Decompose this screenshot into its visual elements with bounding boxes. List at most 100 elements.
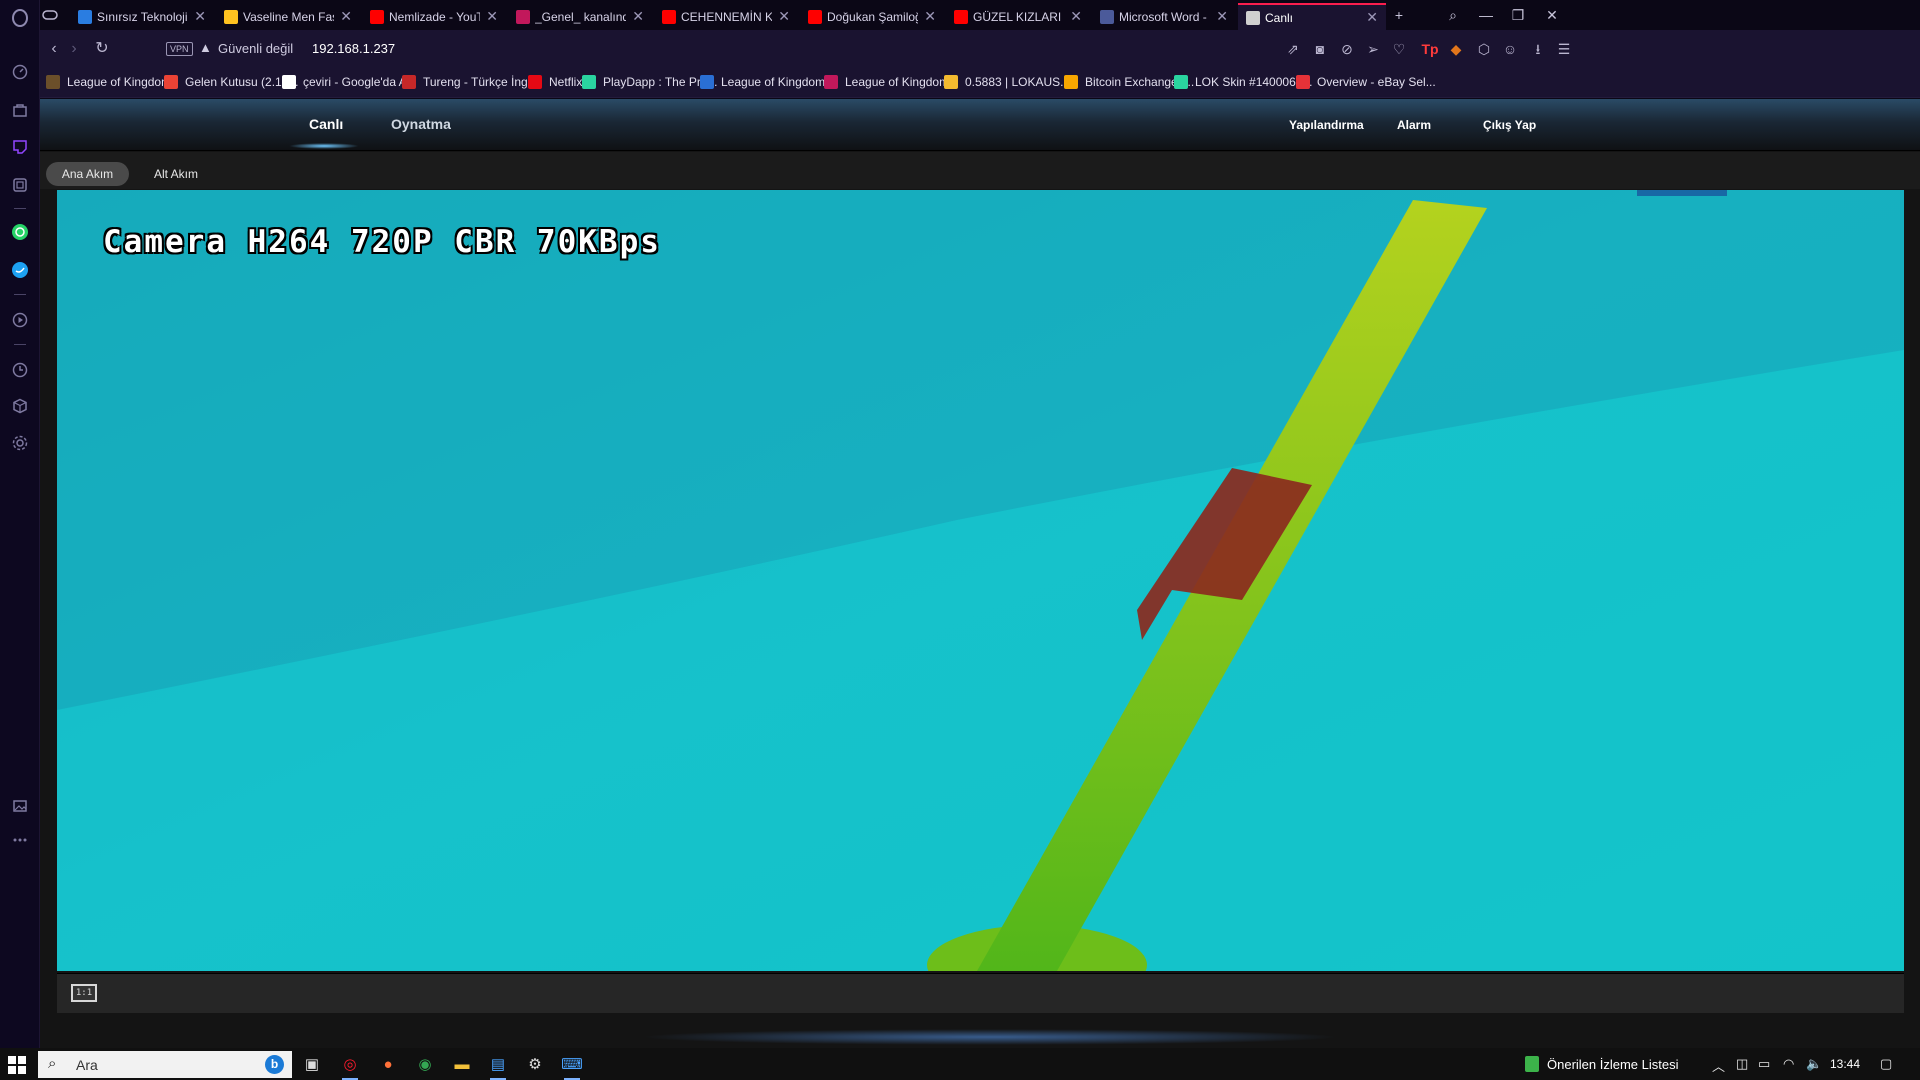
tab-close-icon[interactable]: ✕ (632, 8, 644, 25)
browser-tab[interactable]: Sınırsız Teknolojiler, Gü ✕ (70, 3, 214, 30)
whatsapp-icon[interactable] (10, 222, 30, 242)
meet-now-icon[interactable]: ◫ (1736, 1056, 1748, 1072)
browser-tab[interactable]: Nemlizade - YouTube ✕ (362, 3, 506, 30)
windows-start-icon[interactable] (8, 1056, 26, 1074)
browser-tab[interactable]: Doğukan Şamiloğlu - Yo ✕ (800, 3, 944, 30)
bookmark-item[interactable]: Overview - eBay Sel... (1296, 75, 1436, 89)
bookmark-item[interactable]: PlayDapp : The Pre... (582, 75, 718, 89)
firefox-taskbar-icon[interactable]: ● (376, 1052, 400, 1076)
browser-tab[interactable]: CEHENNEMİN KAPI ✕ (654, 3, 798, 30)
battery-icon[interactable]: ▭ (1758, 1056, 1770, 1072)
clock[interactable]: 13:44 (1830, 1057, 1860, 1071)
tab-favicon-icon (1100, 9, 1114, 24)
tab-search-icon[interactable]: ⌕ (1441, 5, 1465, 25)
browser-tab[interactable]: _Genel_ kanalındaki top ✕ (508, 3, 652, 30)
bookmark-item[interactable]: LOK Skin #1400066... (1174, 75, 1312, 89)
extensions-icon[interactable] (10, 396, 30, 416)
browser-tab[interactable]: Vaseline Men Fast Abso ✕ (216, 3, 360, 30)
shopping-icon[interactable] (10, 100, 30, 120)
easy-setup-icon[interactable]: ☰ (1555, 40, 1573, 58)
gx-corner-icon[interactable] (10, 175, 30, 195)
bookmark-item[interactable]: Netflix (528, 75, 582, 89)
new-tab-button[interactable]: + (1387, 5, 1411, 25)
active-nav-indicator (289, 143, 359, 149)
tab-close-icon[interactable]: ✕ (194, 8, 206, 25)
send-icon[interactable]: ➢ (1364, 40, 1382, 58)
download-icon[interactable]: ⭳ (1529, 40, 1547, 58)
settings-icon[interactable] (10, 433, 30, 453)
browser-tab[interactable]: Canlı ✕ (1238, 3, 1386, 30)
taskbar-search-box[interactable]: ⌕ Ara b (38, 1051, 292, 1078)
tab-close-icon[interactable]: ✕ (1366, 9, 1378, 26)
tab-close-icon[interactable]: ✕ (1216, 8, 1228, 25)
task-view-icon[interactable]: ▣ (300, 1052, 324, 1076)
tab-close-icon[interactable]: ✕ (486, 8, 498, 25)
tab-close-icon[interactable]: ✕ (1070, 8, 1082, 25)
sidebar-separator (14, 344, 26, 345)
profile-icon[interactable]: ☺ (1501, 40, 1519, 58)
nav-configuration[interactable]: Yapılandırma (1289, 118, 1364, 132)
browser-tab[interactable]: Microsoft Word - Ip Kar ✕ (1092, 3, 1236, 30)
close-window-button[interactable]: ✕ (1540, 5, 1564, 25)
reload-icon[interactable]: ↻ (92, 39, 112, 59)
tab-close-icon[interactable]: ✕ (340, 8, 352, 25)
extension-tp-icon[interactable]: Tp (1421, 40, 1439, 58)
bookmark-item[interactable]: çeviri - Google'da A... (282, 75, 417, 89)
history-icon[interactable] (10, 360, 30, 380)
extensions-cube-icon[interactable]: ⬡ (1475, 40, 1493, 58)
snapshot-icon[interactable]: ◙ (1311, 40, 1329, 58)
restore-button[interactable]: ❐ (1506, 5, 1530, 25)
bing-icon[interactable]: b (265, 1055, 284, 1074)
nav-logout[interactable]: Çıkış Yap (1483, 118, 1536, 132)
bookmark-item[interactable]: Tureng - Türkçe İng... (402, 75, 538, 89)
main-stream-tab[interactable]: Ana Akım (46, 162, 129, 186)
nav-playback[interactable]: Oynatma (391, 116, 451, 132)
workspaces-icon[interactable] (40, 5, 60, 25)
tab-favicon-icon (370, 9, 384, 24)
notifications-icon[interactable]: ▢ (1880, 1056, 1892, 1072)
volume-icon[interactable]: 🔈 (1806, 1056, 1822, 1072)
tab-favicon-icon (224, 9, 238, 24)
tab-close-icon[interactable]: ✕ (778, 8, 790, 25)
app-taskbar-icon[interactable]: ▤ (486, 1052, 510, 1080)
opera-gx-logo-icon[interactable] (10, 8, 30, 28)
wifi-icon[interactable]: ◠ (1783, 1056, 1794, 1072)
back-button[interactable]: ‹ (44, 39, 64, 59)
player-icon[interactable] (10, 310, 30, 330)
sub-stream-tab[interactable]: Alt Akım (135, 162, 217, 186)
ad-block-icon[interactable]: ⊘ (1338, 40, 1356, 58)
security-label[interactable]: Güvenli değil (218, 41, 293, 56)
watchlist-widget[interactable]: Önerilen İzleme Listesi (1525, 1056, 1679, 1072)
bookmark-item[interactable]: 0.5883 | LOKAUS... (944, 75, 1070, 89)
forward-button[interactable]: › (64, 39, 84, 59)
tab-favicon-icon (516, 9, 530, 24)
minimize-button[interactable]: — (1474, 5, 1498, 25)
nav-alarm[interactable]: Alarm (1397, 118, 1431, 132)
browser-tab[interactable]: GÜZEL KIZLARI BLUETO ✕ (946, 3, 1090, 30)
metamask-icon[interactable]: ◆ (1447, 40, 1465, 58)
twitter-icon[interactable] (10, 260, 30, 280)
network-app-taskbar-icon[interactable]: ⌨ (560, 1052, 584, 1080)
live-video-feed[interactable]: Camera H264 720P CBR 70KBps (57, 190, 1904, 971)
opera-gx-taskbar-icon[interactable]: ◎ (338, 1052, 362, 1080)
tab-close-icon[interactable]: ✕ (924, 8, 936, 25)
bookmark-item[interactable]: Gelen Kutusu (2.18... (164, 75, 298, 89)
original-size-button[interactable]: 1:1 (71, 984, 97, 1002)
vpn-badge[interactable]: VPN (166, 42, 193, 56)
twitch-icon[interactable] (10, 137, 30, 157)
bookmark-item[interactable]: League of Kingdoms (46, 75, 177, 89)
url-field[interactable]: 192.168.1.237 (312, 41, 395, 56)
nav-live[interactable]: Canlı (309, 116, 343, 132)
gallery-icon[interactable] (10, 796, 30, 816)
tab-title: Doğukan Şamiloğlu - Yo (827, 9, 918, 24)
share-icon[interactable]: ⇗ (1284, 40, 1302, 58)
favorite-heart-icon[interactable]: ♡ (1390, 40, 1408, 58)
more-icon[interactable] (10, 830, 30, 850)
speed-dial-icon[interactable] (10, 62, 30, 82)
file-explorer-taskbar-icon[interactable]: ▬ (450, 1052, 474, 1076)
bookmark-item[interactable]: League of Kingdom... (824, 75, 959, 89)
bookmark-item[interactable]: League of Kingdom... (700, 75, 835, 89)
chrome-taskbar-icon[interactable]: ◉ (413, 1052, 437, 1076)
tray-overflow-icon[interactable]: ︿ (1712, 1056, 1725, 1075)
settings-taskbar-icon[interactable]: ⚙ (523, 1052, 547, 1076)
